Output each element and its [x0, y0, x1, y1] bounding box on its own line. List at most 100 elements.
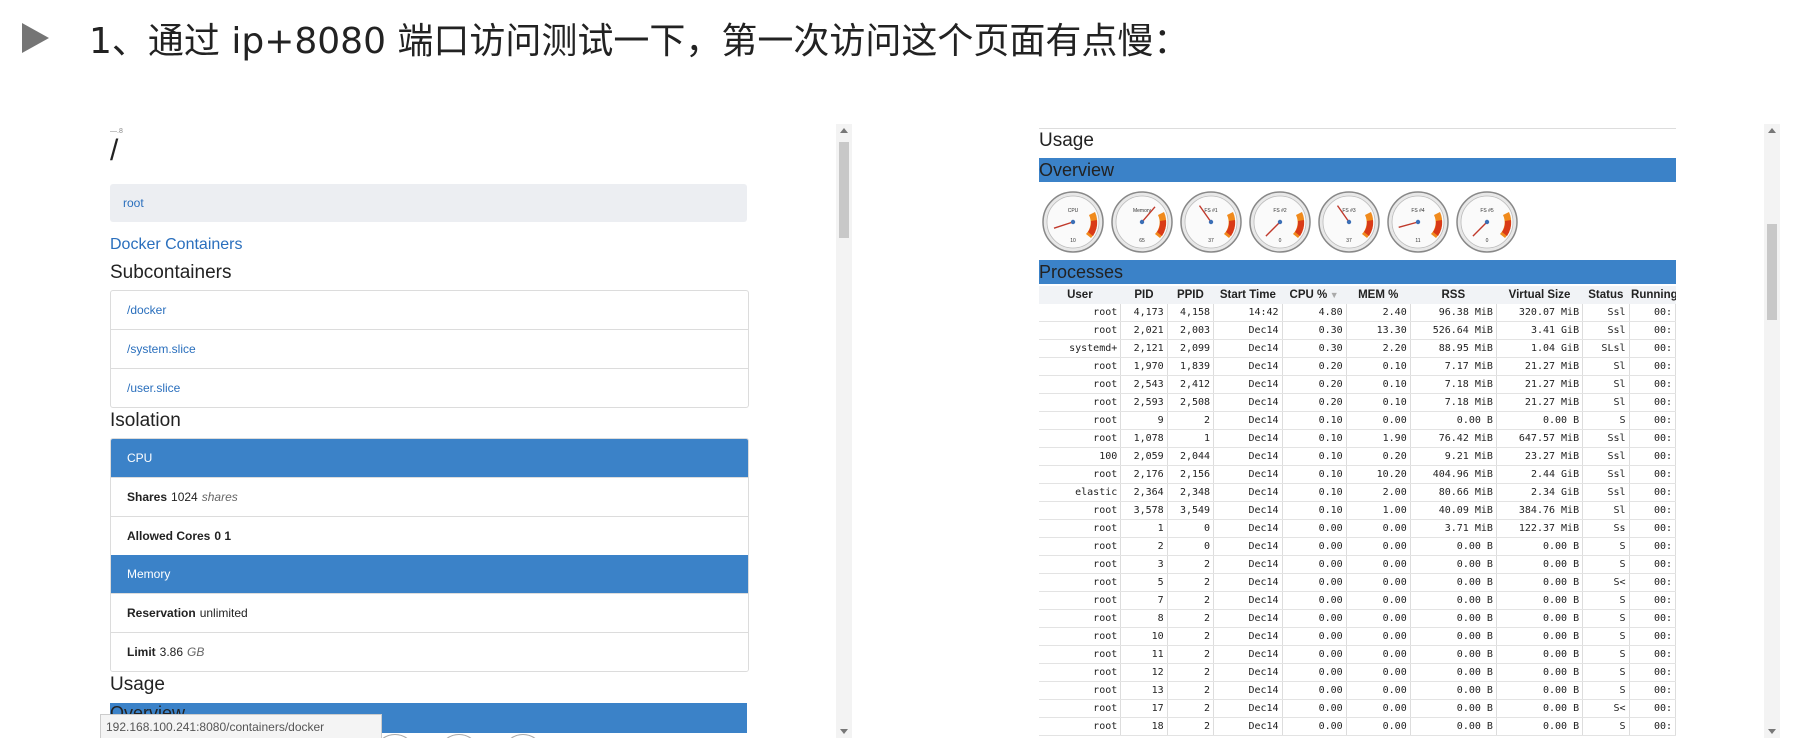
column-header-label: PID	[1134, 289, 1154, 301]
root-link[interactable]: root	[123, 196, 144, 210]
table-cell: 0.10	[1282, 501, 1347, 520]
table-cell: 1.00	[1346, 501, 1411, 520]
table-cell: Dec14	[1213, 555, 1283, 574]
scroll-up-icon[interactable]	[840, 128, 848, 133]
right-scrollbar[interactable]	[1764, 124, 1780, 738]
table-cell: root	[1039, 591, 1122, 610]
isolation-title: Isolation	[110, 410, 181, 431]
gauge-value: 37	[1346, 238, 1352, 244]
heading-text: 1、通过 ip+8080 端口访问测试一下，第一次访问这个页面有点慢：	[89, 21, 1190, 62]
column-header[interactable]: PPID	[1167, 286, 1214, 304]
column-header[interactable]: User	[1039, 286, 1121, 304]
table-cell: 1,970	[1120, 357, 1168, 376]
table-cell: Dec14	[1213, 429, 1283, 448]
table-cell: 0.00	[1346, 681, 1411, 700]
column-header[interactable]: Virtual Size	[1496, 286, 1583, 304]
scroll-down-icon[interactable]	[1768, 729, 1776, 734]
table-cell: 96.38 MiB	[1410, 304, 1497, 322]
column-header[interactable]: PID	[1120, 286, 1168, 304]
subcontainer-link[interactable]: /user.slice	[111, 369, 748, 407]
cores-value: 0 1	[214, 529, 232, 543]
table-cell: Dec14	[1213, 699, 1283, 718]
table-cell: Dec14	[1213, 609, 1283, 628]
table-cell: Dec14	[1213, 627, 1283, 646]
table-cell: 5	[1120, 573, 1168, 592]
table-cell: 0.00	[1346, 717, 1411, 736]
table-cell: 7.18 MiB	[1410, 393, 1497, 412]
table-cell: Dec14	[1213, 393, 1283, 412]
table-cell: root	[1039, 537, 1122, 556]
shares-label: Shares	[127, 490, 168, 504]
table-row: root 8 2 Dec14 0.00 0.00 0.00 B 0.00 B S 00:	[1039, 609, 1677, 628]
column-header[interactable]: RSS	[1410, 286, 1497, 304]
table-row: root 3 2 Dec14 0.00 0.00 0.00 B 0.00 B S 00:	[1039, 555, 1677, 574]
cpu-header: CPU	[111, 439, 748, 477]
subcontainer-link[interactable]: /system.slice	[111, 330, 748, 369]
table-cell: 2	[1167, 645, 1215, 664]
table-cell: 00:	[1629, 483, 1677, 502]
gauge-hub	[1277, 219, 1283, 225]
scroll-up-icon[interactable]	[1768, 128, 1776, 133]
table-cell: 2,021	[1120, 321, 1168, 340]
scroll-down-icon[interactable]	[840, 729, 848, 734]
table-cell: 11	[1120, 645, 1168, 664]
column-header-label: MEM %	[1358, 289, 1399, 301]
column-header[interactable]: CPU % ▼	[1282, 286, 1347, 304]
docker-containers-link[interactable]: Docker Containers	[110, 236, 243, 254]
limit-unit: GB	[187, 645, 205, 659]
subcontainer-link[interactable]: /docker	[111, 291, 748, 330]
table-cell: 00:	[1629, 357, 1677, 376]
table-row: root 1,970 1,839 Dec14 0.20 0.10 7.17 MiB 21.27…	[1039, 357, 1677, 376]
play-triangle-icon	[22, 23, 49, 53]
scroll-thumb[interactable]	[839, 142, 849, 238]
table-cell: 2	[1167, 573, 1215, 592]
table-cell: 0.00 B	[1410, 645, 1497, 664]
gauge-value: 11	[1415, 238, 1420, 244]
table-cell: 00:	[1629, 681, 1677, 700]
table-cell: 18	[1120, 717, 1168, 736]
table-cell: 0.00 B	[1496, 537, 1584, 556]
column-header-label: CPU %	[1289, 289, 1328, 301]
table-row: root 18 2 Dec14 0.00 0.00 0.00 B 0.00 B S 00:	[1039, 717, 1677, 736]
column-header[interactable]: Start Time	[1213, 286, 1283, 304]
table-cell: root	[1039, 357, 1122, 376]
table-cell: root	[1039, 627, 1122, 646]
process-table: User PID PPID Start Time CPU % ▼ MEM % RSS Virt…	[1039, 286, 1677, 736]
table-cell: 0.00	[1346, 627, 1411, 646]
table-cell: 40.09 MiB	[1410, 501, 1497, 520]
table-cell: Dec14	[1213, 537, 1283, 556]
table-cell: 2	[1167, 591, 1215, 610]
table-cell: Sl	[1582, 393, 1630, 412]
usage-title: Usage	[1039, 130, 1094, 151]
table-cell: 3.71 MiB	[1410, 519, 1497, 538]
processes-bar: Processes	[1039, 260, 1676, 284]
subcontainers-list: /docker /system.slice /user.slice	[110, 290, 749, 408]
gauge-3: FS #1 37	[1180, 191, 1242, 253]
table-row: root 5 2 Dec14 0.00 0.00 0.00 B 0.00 B S< 00:	[1039, 573, 1677, 592]
column-header-label: Running	[1631, 289, 1676, 301]
column-header-label: Virtual Size	[1508, 289, 1571, 301]
column-header[interactable]: Running	[1629, 286, 1676, 304]
table-cell: 2,348	[1167, 483, 1215, 502]
gauge-hub	[1208, 219, 1214, 225]
gauge-icon	[438, 734, 480, 738]
scroll-thumb[interactable]	[1767, 224, 1777, 320]
table-cell: 0.00 B	[1496, 411, 1584, 430]
column-header-label: User	[1067, 289, 1093, 301]
left-scrollbar[interactable]	[836, 124, 852, 738]
table-row: root 2,021 2,003 Dec14 0.30 13.30 526.64 MiB 3.…	[1039, 321, 1677, 340]
table-cell: 0.10	[1346, 393, 1411, 412]
sort-down-icon[interactable]: ▼	[1327, 290, 1339, 300]
table-cell: 2	[1167, 609, 1215, 628]
table-cell: 00:	[1629, 321, 1677, 340]
table-cell: 0.00 B	[1496, 555, 1584, 574]
divider	[1039, 124, 1676, 129]
table-cell: 00:	[1629, 429, 1677, 448]
table-cell: 4,173	[1120, 304, 1168, 322]
table-cell: 13.30	[1346, 321, 1411, 340]
column-header[interactable]: Status	[1582, 286, 1630, 304]
table-cell: 80.66 MiB	[1410, 483, 1497, 502]
column-header[interactable]: MEM %	[1346, 286, 1411, 304]
table-cell: 0.00	[1346, 609, 1411, 628]
gauge-5: FS #3 37	[1318, 191, 1380, 253]
